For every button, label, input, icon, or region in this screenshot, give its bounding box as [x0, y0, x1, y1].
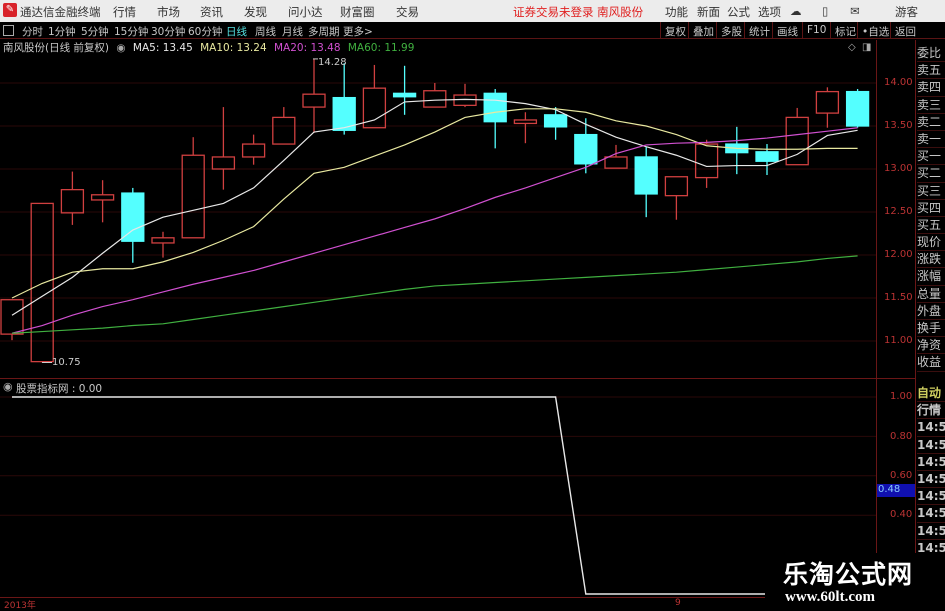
cursor-value: 0.48 [877, 484, 915, 497]
candle-up [60, 188, 85, 214]
y-tick: 0.80 [890, 431, 913, 442]
x-label: 2013年 [4, 601, 36, 611]
candle-up [90, 194, 115, 201]
quote-field: 换手 [917, 320, 945, 338]
candle-up [211, 156, 236, 170]
quote-field: 现价 [917, 234, 945, 252]
candle-down [845, 90, 870, 127]
candle-up [181, 154, 205, 239]
tick-panel: 自动 行情 14:5 14:5 14:5 14:5 14:5 14:5 14:5… [917, 385, 945, 557]
candle-up [694, 143, 719, 179]
tick-time: 14:5 [917, 454, 945, 471]
y-tick: 12.50 [884, 206, 913, 217]
candle-down [755, 151, 779, 162]
quote-field: 委比 [917, 45, 945, 63]
quote-field: 总量 [917, 286, 945, 303]
quote-field: 买五 [917, 217, 945, 235]
kline-chart[interactable] [0, 0, 945, 609]
candle-up [30, 202, 54, 363]
indicator-collapse-icon[interactable]: ◉ [3, 380, 13, 393]
tick-time: 14:5 [917, 437, 945, 454]
indicator-line [12, 396, 858, 595]
quote-field: 买四 [917, 200, 945, 217]
candle-up [664, 176, 689, 197]
y-tick: 1.00 [890, 391, 913, 402]
quote-field: 外盘 [917, 303, 945, 320]
y-tick: 0.40 [890, 509, 913, 520]
candle-up [272, 116, 296, 145]
candle-down [574, 133, 598, 165]
watermark-url: www.60lt.com [785, 589, 875, 605]
quote-field: 卖四 [917, 79, 945, 97]
quote-field: 买三 [917, 183, 945, 200]
candle-up [815, 90, 840, 114]
y-tick: 14.00 [884, 77, 913, 88]
y-tick: 11.00 [884, 335, 913, 346]
quote-field: 涨跌 [917, 251, 945, 269]
y-tick: 11.50 [884, 292, 913, 303]
quote-field: 卖三 [917, 97, 945, 114]
y-tick: 12.00 [884, 249, 913, 260]
candle-down [634, 156, 658, 195]
candle-down [483, 92, 507, 123]
tick-time: 14:5 [917, 419, 945, 437]
quote-panel: 委比 卖五 卖四 卖三 卖二 卖一 买一 买二 买三 买四 买五 现价 涨跌 涨… [917, 45, 945, 372]
auto-label[interactable]: 自动 [917, 385, 945, 403]
candle-down [392, 92, 417, 98]
quote-field: 净资 [917, 337, 945, 355]
candle-up [0, 299, 24, 335]
quote-field: 买二 [917, 165, 945, 183]
candle-down [543, 114, 568, 128]
tick-time: 14:5 [917, 523, 945, 540]
quote-field: 收益 [917, 354, 945, 372]
low-annotation: 10.75 [52, 357, 81, 368]
candle-up [241, 143, 266, 158]
quote-field: 卖一 [917, 131, 945, 149]
watermark: 乐淘公式网 www.60lt.com [765, 553, 945, 609]
candle-up [151, 237, 175, 244]
candle-up [604, 156, 628, 169]
tick-time: 14:5 [917, 471, 945, 489]
x-label: 9 [675, 598, 681, 608]
y-tick: 0.60 [890, 470, 913, 481]
y-tick: 13.00 [884, 163, 913, 174]
indicator-title: 股票指标网 : 0.00 [16, 383, 103, 395]
quote-field: 卖二 [917, 114, 945, 131]
candle-down [121, 192, 145, 242]
watermark-title: 乐淘公式网 [783, 560, 914, 589]
tick-time: 14:5 [917, 488, 945, 506]
candle-up [453, 94, 477, 107]
quote-field: 买一 [917, 148, 945, 166]
y-tick: 13.50 [884, 120, 913, 131]
tick-time: 14:5 [917, 505, 945, 523]
candle-up [513, 119, 538, 125]
quotes-label: 行情 [917, 402, 945, 420]
quote-field: 涨幅 [917, 268, 945, 286]
quote-field: 卖五 [917, 62, 945, 80]
candle-up [302, 93, 326, 108]
candle-up [423, 90, 447, 108]
high-annotation: 14.28 [318, 57, 347, 68]
